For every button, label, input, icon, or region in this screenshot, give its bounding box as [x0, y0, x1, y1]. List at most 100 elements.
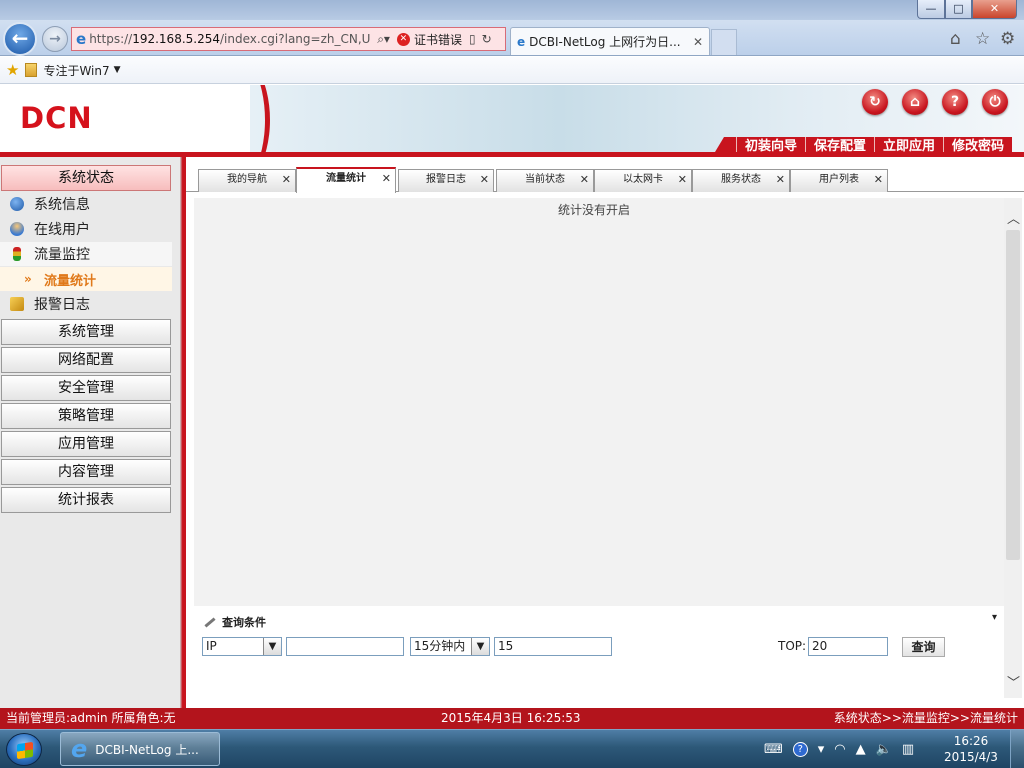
favorites-star-icon[interactable]: ☆ [975, 29, 990, 49]
keyboard-icon[interactable]: ⌨ [764, 742, 783, 757]
scrollbar-thumb[interactable] [1006, 230, 1020, 560]
tab-service-status[interactable]: 服务状态 ✕ [692, 169, 790, 192]
url-host: 192.168.5.254 [132, 32, 220, 46]
ie-icon: e [71, 735, 88, 763]
tab-current-status[interactable]: 当前状态 ✕ [496, 169, 594, 192]
home-round-button[interactable]: ⌂ [902, 89, 928, 115]
arrow-right-icon: → [49, 31, 61, 47]
close-icon[interactable]: ✕ [480, 170, 489, 190]
chevron-down-icon[interactable]: ▼ [114, 65, 121, 75]
content-tabbar: 我的导航 ✕ 流量统计 ✕ 报警日志 ✕ 当前状态 ✕ 以太网卡 ✕ 服务状态 ✕ 用户列表… [186, 167, 1024, 193]
query-time-select[interactable]: 15分钟内 ▼ [410, 637, 490, 656]
sidebar-item-traffic-monitor[interactable]: 流量监控 [0, 242, 172, 266]
traffic-light-icon [13, 247, 21, 261]
tray-up-icon[interactable]: ▲ [856, 742, 866, 757]
clock-time: 16:26 [953, 734, 989, 748]
sidebar-item-traffic-stats[interactable]: » 流量统计 [0, 267, 172, 291]
query-type-value: IP [206, 639, 217, 653]
sidebar-item-system-info[interactable]: 系统信息 [0, 192, 172, 216]
folder-icon [25, 63, 38, 77]
sidebar-section-application[interactable]: 应用管理 [1, 431, 171, 457]
browser-title-strip [0, 0, 1024, 20]
close-window-button[interactable]: ✕ [972, 0, 1017, 19]
sidebar-item-online-users[interactable]: 在线用户 [0, 217, 172, 241]
show-desktop-button[interactable] [1010, 730, 1024, 768]
search-button[interactable]: 查询 [902, 637, 945, 657]
browser-toolbar: — □ ✕ ← → e https://192.168.5.254/index.… [0, 0, 1024, 56]
sidebar-section-content[interactable]: 内容管理 [1, 459, 171, 485]
search-icon[interactable]: ⌕▾ [377, 32, 390, 47]
tab-label: 流量统计 [326, 173, 366, 184]
close-icon[interactable]: ✕ [282, 170, 291, 190]
tray-chevron-icon[interactable]: ▾ [818, 742, 825, 757]
sidebar-section-network[interactable]: 网络配置 [1, 347, 171, 373]
sidebar-section-system[interactable]: 系统管理 [1, 319, 171, 345]
sidebar-section-reports[interactable]: 统计报表 [1, 487, 171, 513]
url-scheme: https:// [89, 32, 133, 46]
address-bar[interactable]: e https://192.168.5.254/index.cgi?lang=z… [71, 27, 506, 51]
query-minutes-input[interactable]: 15 [494, 637, 612, 656]
refresh-icon[interactable]: ↻ [482, 32, 492, 46]
cert-error-icon[interactable]: ✕ [396, 32, 410, 46]
forward-button[interactable]: → [42, 26, 68, 52]
close-tab-icon[interactable]: ✕ [693, 35, 703, 49]
close-icon[interactable]: ✕ [382, 169, 391, 189]
clock[interactable]: 16:26 2015/4/3 [936, 733, 1006, 765]
close-icon[interactable]: ✕ [678, 170, 687, 190]
windows-logo-icon [17, 741, 33, 760]
query-type-select[interactable]: IP ▼ [202, 637, 282, 656]
cert-error-label[interactable]: 证书错误 [414, 31, 462, 48]
user-icon [10, 222, 24, 236]
logout-round-button[interactable]: ⏻ [982, 89, 1008, 115]
back-button[interactable]: ← [3, 22, 37, 56]
refresh-round-button[interactable]: ↻ [862, 89, 888, 115]
home-icon[interactable]: ⌂ [950, 29, 961, 49]
tab-my-nav[interactable]: 我的导航 ✕ [198, 169, 296, 192]
volume-icon[interactable]: 🔈 [876, 742, 892, 757]
chevron-down-icon[interactable]: ▼ [471, 638, 489, 655]
stats-panel: 统计没有开启 ︿ ﹀ [194, 198, 1022, 698]
sidebar-section-security[interactable]: 安全管理 [1, 375, 171, 401]
favorites-item[interactable]: 专注于Win7 [43, 62, 109, 79]
minimize-button[interactable]: — [917, 0, 945, 19]
top-count-input[interactable]: 20 [808, 637, 888, 656]
network-icon[interactable]: ▥ [902, 742, 914, 757]
address-url[interactable]: https://192.168.5.254/index.cgi?lang=zh_… [89, 32, 374, 46]
collapse-icon[interactable]: ▾ [992, 612, 997, 623]
close-icon[interactable]: ✕ [776, 170, 785, 190]
close-icon[interactable]: ✕ [580, 170, 589, 190]
ie-page-icon: e [76, 30, 87, 48]
start-button[interactable] [6, 733, 42, 766]
tab-traffic-stats[interactable]: 流量统计 ✕ [296, 167, 396, 193]
wifi-icon[interactable]: ◠ [834, 742, 845, 757]
new-tab-button[interactable] [711, 29, 737, 55]
taskbar-item-label: DCBI-NetLog 上... [95, 742, 199, 757]
help-round-button[interactable]: ? [942, 89, 968, 115]
tab-label: 当前状态 [525, 174, 565, 185]
compat-view-icon[interactable]: ▯ [469, 32, 476, 46]
sidebar-item-label: 流量监控 [34, 247, 90, 263]
sidebar-item-alarm-log[interactable]: 报警日志 [0, 292, 172, 316]
app-header: DCN ↻ ⌂ ? ⏻ 初装向导 保存配置 立即应用 修改密码 [0, 85, 1024, 157]
query-panel: 查询条件 IP ▼ 15分钟内 ▼ 15 TOP: 20 查询 ▾ [194, 606, 997, 706]
sidebar-section-policy[interactable]: 策略管理 [1, 403, 171, 429]
chevron-down-icon[interactable]: ﹀ [1007, 672, 1020, 691]
favorites-add-icon[interactable]: ★ [6, 61, 19, 79]
maximize-button[interactable]: □ [945, 0, 972, 19]
chevron-down-icon[interactable]: ▼ [263, 638, 281, 655]
sidebar-section-status[interactable]: 系统状态 [1, 165, 171, 191]
tab-alarm-log[interactable]: 报警日志 ✕ [398, 169, 494, 192]
gear-icon[interactable]: ⚙ [1000, 29, 1015, 49]
browser-tab-active[interactable]: e DCBI-NetLog 上网行为日... ✕ [510, 27, 710, 55]
query-ip-input[interactable] [286, 637, 404, 656]
tab-user-list[interactable]: 用户列表 ✕ [790, 169, 888, 192]
sidebar-item-label: 流量统计 [44, 273, 97, 289]
chevron-up-icon[interactable]: ︿ [1007, 208, 1020, 227]
empty-message: 统计没有开启 [557, 203, 630, 217]
close-icon[interactable]: ✕ [874, 170, 883, 190]
server-datetime: 2015年4月3日 16:25:53 [441, 711, 581, 725]
vertical-scrollbar[interactable]: ︿ ﹀ [1004, 198, 1022, 698]
tab-ethernet[interactable]: 以太网卡 ✕ [594, 169, 692, 192]
help-icon[interactable]: ? [792, 741, 808, 757]
taskbar-ie-button[interactable]: e DCBI-NetLog 上... [60, 732, 220, 766]
